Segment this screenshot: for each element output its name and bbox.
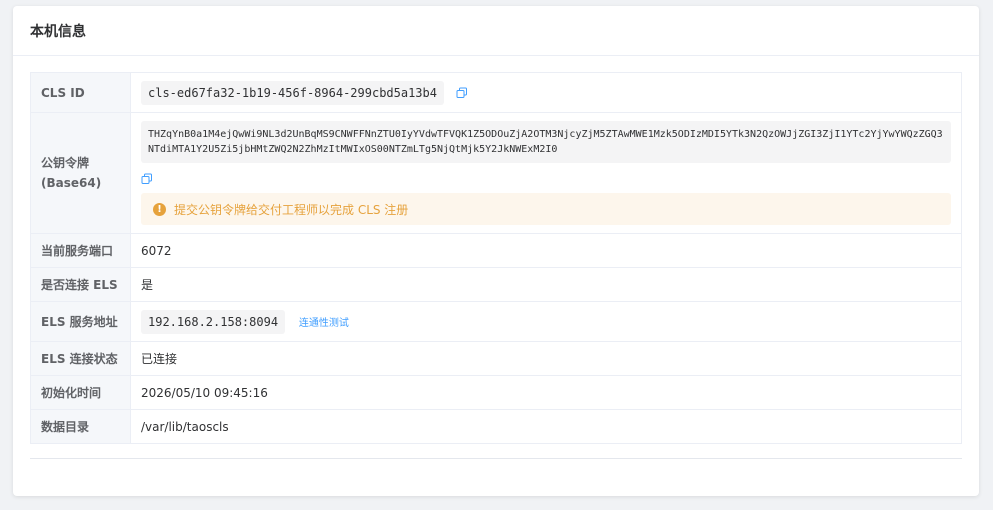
card-title: 本机信息 <box>30 23 86 40</box>
data-dir-label: 数据目录 <box>30 409 131 444</box>
warning-icon: ! <box>153 202 166 216</box>
cls-id-value: cls-ed67fa32-1b19-456f-8964-299cbd5a13b4 <box>141 80 444 105</box>
els-connected-value: 是 <box>130 267 962 302</box>
row-data-dir: 数据目录 /var/lib/taoscls <box>30 409 962 444</box>
els-status-label: ELS 连接状态 <box>30 341 131 376</box>
port-value: 6072 <box>130 233 962 268</box>
register-alert: ! 提交公钥令牌给交付工程师以完成 CLS 注册 <box>141 193 951 225</box>
init-time-label: 初始化时间 <box>30 375 131 410</box>
cls-id-label: CLS ID <box>30 72 131 113</box>
data-dir-value: /var/lib/taoscls <box>130 409 962 444</box>
row-init-time: 初始化时间 2026/05/10 09:45:16 <box>30 375 962 410</box>
els-status-value: 已连接 <box>130 341 962 376</box>
init-time-value: 2026/05/10 09:45:16 <box>130 375 962 410</box>
divider <box>30 458 962 459</box>
copy-icon[interactable] <box>456 87 468 99</box>
els-address-label: ELS 服务地址 <box>30 301 131 342</box>
public-key-label: 公钥令牌(Base64) <box>30 112 131 234</box>
row-cls-id: CLS ID cls-ed67fa32-1b19-456f-8964-299cb… <box>30 72 962 113</box>
copy-icon[interactable] <box>141 173 153 185</box>
els-address-value: 192.168.2.158:8094 <box>141 309 286 334</box>
connectivity-test-link[interactable]: 连通性测试 <box>299 318 349 329</box>
row-els-address: ELS 服务地址 192.168.2.158:8094 连通性测试 <box>30 301 962 342</box>
alert-text: 提交公钥令牌给交付工程师以完成 CLS 注册 <box>174 202 409 217</box>
local-info-card: 本机信息 CLS ID cls-ed67fa32-1b19-456f-8964-… <box>13 6 979 496</box>
info-table: CLS ID cls-ed67fa32-1b19-456f-8964-299cb… <box>30 72 962 444</box>
row-port: 当前服务端口 6072 <box>30 233 962 268</box>
row-public-key: 公钥令牌(Base64) THZqYnB0a1M4ejQwWi9NL3d2UnB… <box>30 112 962 234</box>
row-els-status: ELS 连接状态 已连接 <box>30 341 962 376</box>
card-header: 本机信息 <box>13 6 979 56</box>
public-key-value: THZqYnB0a1M4ejQwWi9NL3d2UnBqMS9CNWFFNnZT… <box>141 121 951 163</box>
els-connected-label: 是否连接 ELS <box>30 267 131 302</box>
port-label: 当前服务端口 <box>30 233 131 268</box>
row-els-connected: 是否连接 ELS 是 <box>30 267 962 302</box>
